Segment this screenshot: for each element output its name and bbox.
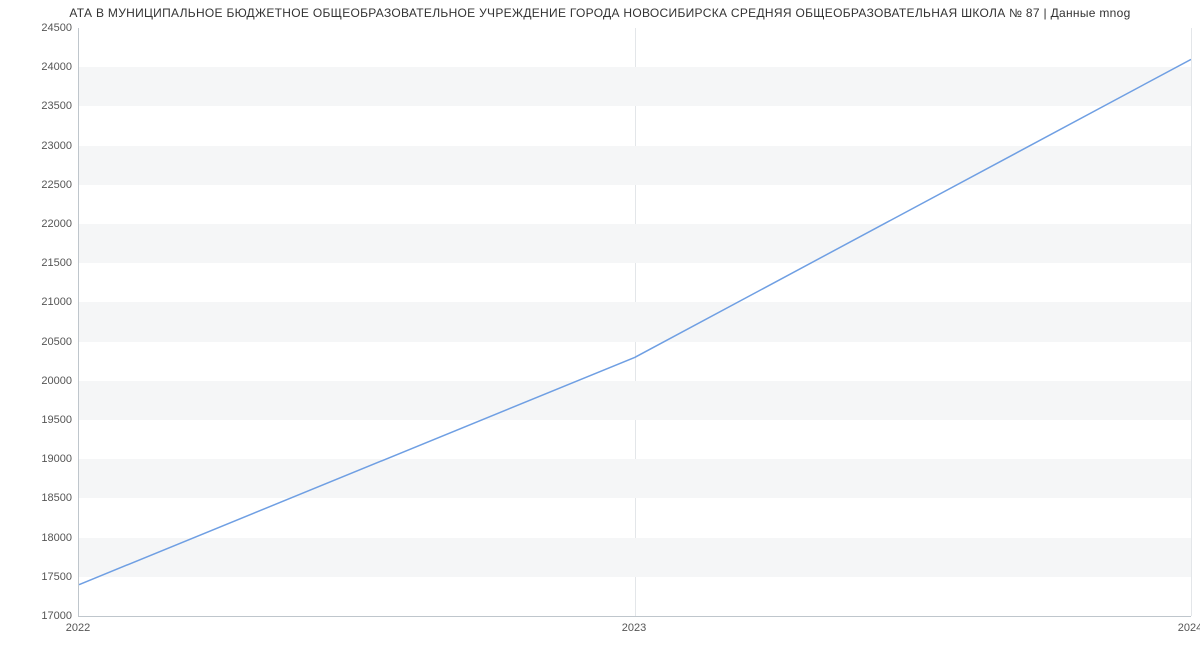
y-tick-label: 18500 [12,492,72,504]
chart-title: АТА В МУНИЦИПАЛЬНОЕ БЮДЖЕТНОЕ ОБЩЕОБРАЗО… [0,6,1200,20]
chart-container: АТА В МУНИЦИПАЛЬНОЕ БЮДЖЕТНОЕ ОБЩЕОБРАЗО… [0,0,1200,650]
y-tick-label: 20000 [12,375,72,387]
y-tick-label: 23500 [12,100,72,112]
y-tick-label: 24500 [12,22,72,34]
y-tick-label: 23000 [12,140,72,152]
y-tick-label: 21500 [12,257,72,269]
y-tick-label: 19500 [12,414,72,426]
y-tick-label: 24000 [12,61,72,73]
y-tick-label: 19000 [12,453,72,465]
y-tick-label: 20500 [12,336,72,348]
y-tick-label: 22000 [12,218,72,230]
x-gridline [1191,28,1192,616]
y-tick-label: 18000 [12,532,72,544]
y-tick-label: 22500 [12,179,72,191]
plot-area [78,28,1191,617]
x-tick-label: 2023 [622,622,646,634]
x-tick-label: 2024 [1178,622,1200,634]
y-tick-label: 21000 [12,296,72,308]
x-tick-label: 2022 [66,622,90,634]
y-tick-label: 17000 [12,610,72,622]
y-tick-label: 17500 [12,571,72,583]
data-line [79,28,1191,616]
